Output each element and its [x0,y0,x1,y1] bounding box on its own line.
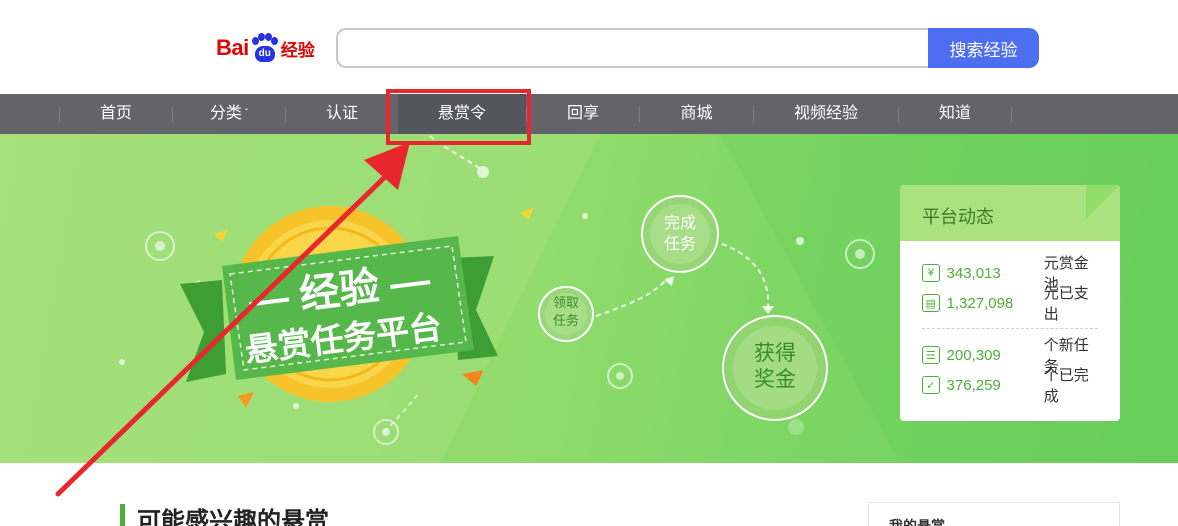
nav-item-huixiang[interactable]: 回享 [527,94,639,134]
stat-value: 1,327,098 [946,294,1014,312]
yen-icon: ¥ [922,264,940,282]
stat-label: 个已完成 [1043,367,1089,405]
nav-item-certification[interactable]: 认证 [286,94,398,134]
nav-item-category[interactable]: 分类 ˇ [173,94,285,134]
nav-item-mall[interactable]: 商城 [640,94,753,134]
search-button[interactable]: 搜索经验 [928,28,1039,68]
task-list-icon: ☰ [922,346,940,364]
section-title: 可能感兴趣的悬赏 [137,508,329,526]
stat-value: 343,013 [946,264,1001,282]
logo-text-du: du [258,48,271,59]
annotation-highlight-box [386,89,531,145]
baidu-paw-icon: du [250,33,280,63]
nav-item-zhidao[interactable]: 知道 [899,94,1011,134]
main-nav: 首页 分类 ˇ 认证 悬赏令 回享 商城 视频经验 知道 [0,94,1178,134]
platform-stats-card: 平台动态 ¥ 343,013 元赏金池 ▤ 1,327,098 元已支出 ☰ 2… [900,185,1120,421]
stat-value: 376,259 [946,376,1001,394]
card-title: 平台动态 [922,207,994,227]
stat-value: 200,309 [946,346,1001,364]
my-bounty-title: 我的悬赏 [889,518,945,526]
search-input[interactable] [336,28,930,68]
card-header: 平台动态 [900,185,1120,241]
stat-row: ▤ 1,327,098 元已支出 [922,285,1102,323]
baidu-jingyan-logo[interactable]: Bai du 经验 [216,30,315,66]
stat-row: ☰ 200,309 个新任务 [922,337,1102,375]
stat-row: ¥ 343,013 元赏金池 [922,255,1102,293]
stat-row: ✓ 376,259 个已完成 [922,367,1102,405]
logo-text-bai: Bai [216,35,249,60]
step-label-reward: 获得 奖金 [754,342,796,391]
check-icon: ✓ [922,376,940,394]
my-bounty-panel: 我的悬赏 [868,502,1120,526]
step-label-receive: 领取 任务 [552,295,579,328]
nav-item-home[interactable]: 首页 [60,94,172,134]
section-accent-bar [120,504,125,526]
stat-label: 元已支出 [1043,285,1089,323]
card-corner-fold [1086,185,1120,219]
step-label-complete: 完成 任务 [663,215,696,253]
wallet-icon: ▤ [922,294,940,312]
bounty-banner[interactable]: — 经验 — 悬赏任务平台 领取 任务 完成 任务 获得 奖金 平台动态 ¥ 3… [0,134,1178,463]
chevron-down-icon: ˇ [244,108,249,119]
card-divider [922,328,1098,329]
nav-item-video[interactable]: 视频经验 [754,94,898,134]
site-header: Bai du 经验 搜索经验 [0,0,1178,94]
logo-text-jingyan: 经验 [280,40,315,60]
nav-divider [1011,106,1012,122]
